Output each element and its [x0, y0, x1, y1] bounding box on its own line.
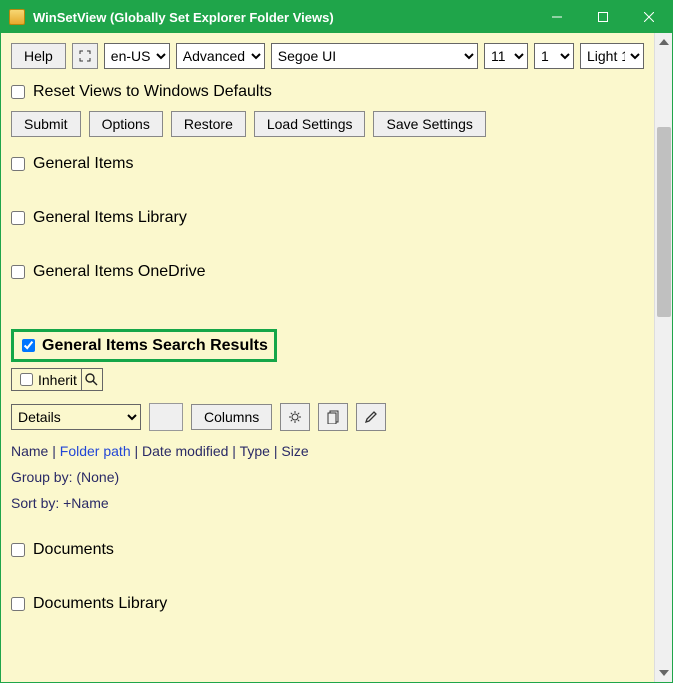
col-date-modified: Date modified: [142, 443, 228, 459]
documents-library-checkbox[interactable]: [11, 597, 25, 611]
top-toolbar: Help en-US Advanced Segoe UI 11 1 Light …: [11, 43, 644, 69]
restore-button[interactable]: Restore: [171, 111, 246, 137]
font-select[interactable]: Segoe UI: [271, 43, 478, 69]
col-folder-path[interactable]: Folder path: [60, 443, 131, 459]
vertical-scrollbar[interactable]: [654, 33, 672, 682]
reset-checkbox[interactable]: [11, 85, 25, 99]
reset-row: Reset Views to Windows Defaults: [11, 83, 644, 101]
col-size: Size: [281, 443, 308, 459]
expand-button[interactable]: [72, 43, 98, 69]
titlebar: WinSetView (Globally Set Explorer Folder…: [1, 1, 672, 33]
language-select[interactable]: en-US: [104, 43, 170, 69]
general-items-checkbox[interactable]: [11, 157, 25, 171]
inherit-label: Inherit: [38, 372, 77, 388]
mode-select[interactable]: Advanced: [176, 43, 265, 69]
copy-button[interactable]: [318, 403, 348, 431]
search-icon[interactable]: [82, 373, 102, 386]
documents-library-label: Documents Library: [33, 595, 167, 613]
action-row: Submit Options Restore Load Settings Sav…: [11, 111, 644, 137]
general-items-library-label: General Items Library: [33, 209, 187, 227]
view-row: Details Columns: [11, 403, 644, 431]
section-documents: Documents: [11, 541, 644, 559]
documents-checkbox[interactable]: [11, 543, 25, 557]
edit-button[interactable]: [356, 403, 386, 431]
app-icon: [9, 9, 25, 25]
col-name: Name: [11, 443, 48, 459]
help-button[interactable]: Help: [11, 43, 66, 69]
columns-button[interactable]: Columns: [191, 404, 272, 430]
scroll-down-arrow[interactable]: [655, 664, 672, 682]
window-title: WinSetView (Globally Set Explorer Folder…: [33, 10, 534, 25]
minimize-button[interactable]: [534, 1, 580, 33]
section-documents-library: Documents Library: [11, 595, 644, 613]
columns-summary: Name | Folder path | Date modified | Typ…: [11, 443, 644, 459]
documents-label: Documents: [33, 541, 114, 559]
reset-label: Reset Views to Windows Defaults: [33, 83, 272, 101]
options-button[interactable]: Options: [89, 111, 163, 137]
close-button[interactable]: [626, 1, 672, 33]
scale-select[interactable]: 1: [534, 43, 574, 69]
general-items-library-checkbox[interactable]: [11, 211, 25, 225]
save-settings-button[interactable]: Save Settings: [373, 111, 485, 137]
view-mode-select[interactable]: Details: [11, 404, 141, 430]
general-items-onedrive-label: General Items OneDrive: [33, 263, 206, 281]
section-general-items-onedrive: General Items OneDrive: [11, 263, 644, 281]
group-by-line: Group by: (None): [11, 469, 644, 485]
section-general-items: General Items: [11, 155, 644, 173]
fontsize-select[interactable]: 11: [484, 43, 528, 69]
scroll-thumb[interactable]: [657, 127, 671, 317]
sort-by-line: Sort by: +Name: [11, 495, 644, 511]
gear-button[interactable]: [280, 403, 310, 431]
maximize-button[interactable]: [580, 1, 626, 33]
inherit-row: Inherit: [11, 368, 103, 391]
section-general-items-search-results: General Items Search Results: [11, 329, 277, 362]
general-items-label: General Items: [33, 155, 133, 173]
inherit-checkbox[interactable]: [20, 373, 33, 386]
spacer-box[interactable]: [149, 403, 183, 431]
general-items-search-label: General Items Search Results: [42, 337, 268, 355]
scroll-up-arrow[interactable]: [655, 33, 672, 51]
load-settings-button[interactable]: Load Settings: [254, 111, 366, 137]
content-area: Help en-US Advanced Segoe UI 11 1 Light …: [1, 33, 654, 682]
general-items-search-checkbox[interactable]: [22, 339, 35, 352]
section-general-items-library: General Items Library: [11, 209, 644, 227]
theme-select[interactable]: Light 1: [580, 43, 644, 69]
general-items-onedrive-checkbox[interactable]: [11, 265, 25, 279]
submit-button[interactable]: Submit: [11, 111, 81, 137]
col-type: Type: [240, 443, 270, 459]
